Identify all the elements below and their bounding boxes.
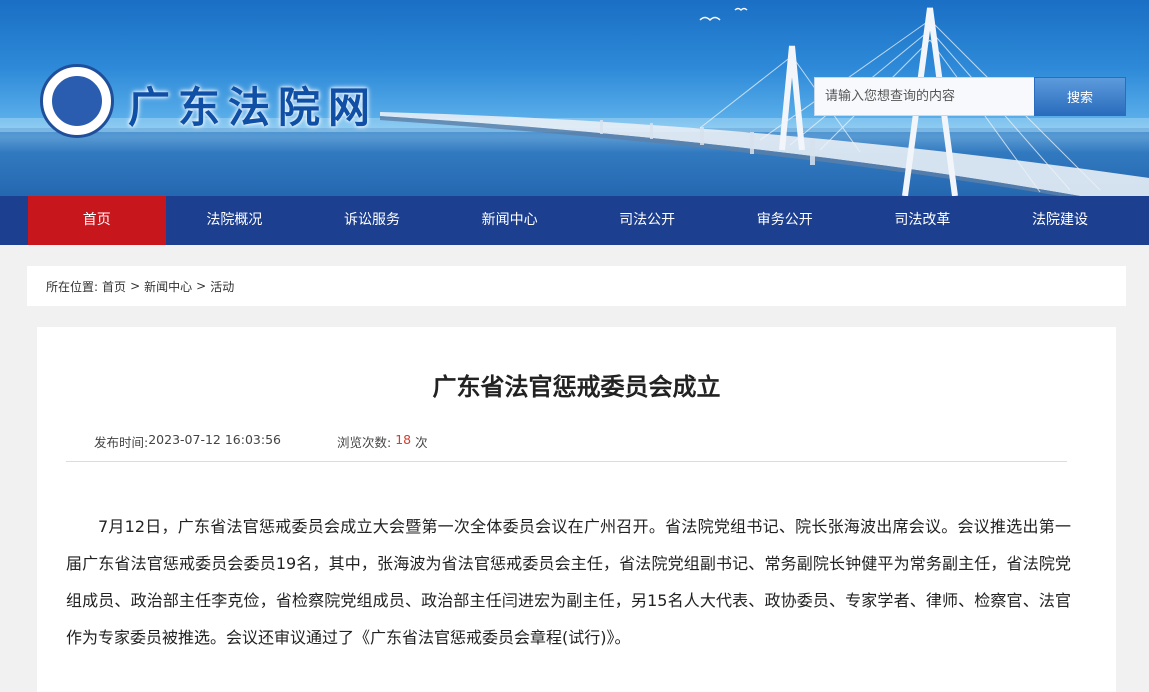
breadcrumb-separator: > — [130, 279, 141, 293]
search-button[interactable]: 搜索 — [1034, 77, 1126, 116]
nav-item-judicial-openness[interactable]: 司法公开 — [578, 196, 716, 245]
nav-item-trial-affairs[interactable]: 审务公开 — [716, 196, 854, 245]
views-label: 浏览次数: — [336, 435, 392, 450]
views-count: 18 — [395, 432, 412, 447]
views-unit: 次 — [415, 435, 428, 450]
article-panel: 广东省法官惩戒委员会成立 发布时间: 2023-07-12 16:03:56 浏… — [37, 327, 1116, 692]
breadcrumb-prefix: 所在位置: — [46, 279, 99, 294]
breadcrumb-home[interactable]: 首页 — [102, 278, 126, 295]
article-title: 广东省法官惩戒委员会成立 — [432, 373, 721, 401]
breadcrumb-separator: > — [196, 279, 207, 293]
nav-item-home[interactable]: 首页 — [28, 196, 166, 245]
article-body: 7月12日，广东省法官惩戒委员会成立大会暨第一次全体委员会议在广州召开。省法院党… — [66, 517, 1071, 647]
nav-item-litigation-services[interactable]: 诉讼服务 — [303, 196, 441, 245]
publish-time: 2023-07-12 16:03:56 — [148, 432, 281, 447]
publish-time-label: 发布时间: — [94, 435, 149, 450]
nav-item-court-overview[interactable]: 法院概况 — [166, 196, 304, 245]
article-meta: 发布时间: 2023-07-12 16:03:56 浏览次数: 18 次 — [94, 432, 428, 451]
nav-item-court-construction[interactable]: 法院建设 — [991, 196, 1129, 245]
court-seal-logo[interactable] — [40, 64, 114, 138]
header-banner: 广东法院网 搜索 — [0, 0, 1149, 196]
breadcrumb-activities[interactable]: 活动 — [210, 278, 234, 295]
search-input[interactable] — [814, 77, 1034, 116]
nav-item-judicial-reform[interactable]: 司法改革 — [854, 196, 992, 245]
nav-item-news-center[interactable]: 新闻中心 — [441, 196, 579, 245]
main-nav: 首页 法院概况 诉讼服务 新闻中心 司法公开 审务公开 司法改革 法院建设 — [0, 196, 1149, 245]
meta-divider — [66, 461, 1067, 462]
breadcrumb-news-center[interactable]: 新闻中心 — [144, 278, 192, 295]
site-title[interactable]: 广东法院网 — [128, 74, 378, 135]
breadcrumb: 所在位置: 首页 > 新闻中心 > 活动 — [27, 266, 1126, 306]
